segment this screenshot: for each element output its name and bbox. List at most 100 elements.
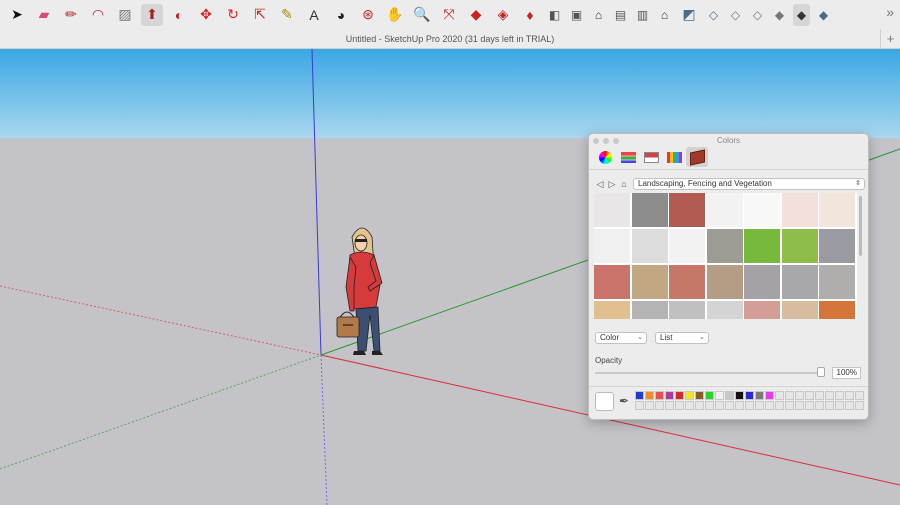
material-swatch[interactable]	[631, 265, 668, 299]
back-view-icon[interactable]: ▥	[634, 4, 651, 26]
shaded-style-icon[interactable]: ◆	[771, 4, 788, 26]
opacity-slider[interactable]	[595, 372, 825, 374]
palette-color-well[interactable]	[645, 391, 654, 400]
current-color-swatch[interactable]	[595, 392, 614, 411]
extension-warehouse-icon[interactable]: ◈	[492, 4, 514, 26]
palette-color-well[interactable]	[815, 401, 824, 410]
palette-color-well[interactable]	[725, 401, 734, 410]
palette-color-well[interactable]	[655, 401, 664, 410]
3d-viewport[interactable]: Colors ◁ ▷ ⌂ Landscaping, Fencing and Ve…	[0, 49, 900, 505]
move-tool-icon[interactable]: ✥	[195, 4, 217, 26]
material-swatch[interactable]	[594, 265, 630, 299]
palette-color-well[interactable]	[735, 391, 744, 400]
line-tool-icon[interactable]: ✏	[60, 4, 82, 26]
palette-color-well[interactable]	[755, 391, 764, 400]
palette-color-well[interactable]	[795, 401, 804, 410]
orbit-tool-icon[interactable]: ⊛	[357, 4, 379, 26]
palette-color-well[interactable]	[685, 401, 694, 410]
palette-color-well[interactable]	[805, 391, 814, 400]
material-swatch[interactable]	[631, 229, 668, 263]
palette-color-well[interactable]	[665, 391, 674, 400]
eraser-tool-icon[interactable]: ▰	[33, 4, 55, 26]
monochrome-style-icon[interactable]: ◆	[815, 4, 832, 26]
material-swatch[interactable]	[744, 193, 780, 227]
color-wheel-tab-icon[interactable]	[594, 147, 616, 167]
push-pull-tool-icon[interactable]: ⬆	[141, 3, 163, 26]
palette-color-well[interactable]	[755, 401, 764, 410]
material-swatch[interactable]	[744, 265, 780, 299]
material-swatch[interactable]	[669, 229, 705, 263]
rectangle-tool-icon[interactable]: ▨	[114, 4, 136, 26]
palette-color-well[interactable]	[665, 401, 674, 410]
scrollbar[interactable]	[859, 196, 862, 256]
palette-color-well[interactable]	[835, 391, 844, 400]
tape-measure-tool-icon[interactable]: ✎	[276, 4, 298, 26]
palette-color-well[interactable]	[675, 401, 684, 410]
palette-color-well[interactable]	[735, 401, 744, 410]
forward-arrow-icon[interactable]: ▷	[606, 179, 618, 190]
palette-color-well[interactable]	[715, 391, 724, 400]
xray-style-icon[interactable]: ◩	[678, 4, 700, 26]
materials-tab-icon[interactable]	[686, 147, 708, 167]
material-swatch[interactable]	[631, 301, 668, 319]
material-swatch[interactable]	[819, 193, 855, 227]
back-arrow-icon[interactable]: ◁	[594, 179, 606, 190]
paint-bucket-tool-icon[interactable]: ◕	[330, 4, 352, 26]
close-button[interactable]	[593, 138, 599, 144]
palette-color-well[interactable]	[745, 391, 754, 400]
hidden-line-style-icon[interactable]: ◇	[749, 4, 766, 26]
color-mode-select[interactable]: Color ⌄	[595, 332, 647, 344]
home-icon[interactable]: ⌂	[618, 179, 630, 189]
material-swatch[interactable]	[819, 265, 855, 299]
color-palettes-tab-icon[interactable]	[640, 147, 662, 167]
opacity-value[interactable]: 100%	[832, 367, 861, 379]
palette-color-well[interactable]	[775, 391, 784, 400]
scale-tool-icon[interactable]: ⇱	[249, 4, 271, 26]
pan-tool-icon[interactable]: ✋	[384, 4, 406, 26]
palette-color-well[interactable]	[685, 391, 694, 400]
palette-color-well[interactable]	[655, 391, 664, 400]
palette-color-well[interactable]	[725, 391, 734, 400]
material-swatch[interactable]	[669, 301, 705, 319]
select-tool-icon[interactable]: ➤	[6, 4, 28, 26]
palette-color-well[interactable]	[695, 401, 704, 410]
zoom-extents-tool-icon[interactable]: ⤧	[438, 4, 460, 26]
palette-color-well[interactable]	[765, 401, 774, 410]
palette-color-well[interactable]	[805, 401, 814, 410]
palette-color-well[interactable]	[635, 401, 644, 410]
collection-select[interactable]: Landscaping, Fencing and Vegetation ⇕	[633, 178, 865, 190]
list-mode-select[interactable]: List ⌄	[655, 332, 709, 344]
palette-color-well[interactable]	[795, 391, 804, 400]
eyedropper-icon[interactable]: ✒	[619, 394, 629, 408]
palette-color-well[interactable]	[835, 401, 844, 410]
palette-color-well[interactable]	[855, 391, 864, 400]
material-swatch[interactable]	[744, 229, 780, 263]
material-swatch[interactable]	[669, 265, 705, 299]
palette-color-well[interactable]	[675, 391, 684, 400]
zoom-tool-icon[interactable]: 🔍	[411, 4, 433, 26]
iso-view-icon[interactable]: ◧	[546, 4, 563, 26]
palette-color-well[interactable]	[775, 401, 784, 410]
arc-tool-icon[interactable]: ◠	[87, 4, 109, 26]
material-swatch[interactable]	[594, 301, 630, 319]
palette-color-well[interactable]	[645, 401, 654, 410]
palette-color-well[interactable]	[765, 391, 774, 400]
top-view-icon[interactable]: ▣	[568, 4, 585, 26]
palette-color-well[interactable]	[855, 401, 864, 410]
material-swatch[interactable]	[819, 229, 855, 263]
material-swatch[interactable]	[594, 229, 630, 263]
palette-color-well[interactable]	[695, 391, 704, 400]
palette-color-well[interactable]	[825, 391, 834, 400]
image-palettes-tab-icon[interactable]	[663, 147, 685, 167]
zoom-button[interactable]	[613, 138, 619, 144]
palette-color-well[interactable]	[745, 401, 754, 410]
palette-color-well[interactable]	[815, 391, 824, 400]
palette-color-well[interactable]	[715, 401, 724, 410]
palette-color-well[interactable]	[845, 401, 854, 410]
material-swatch[interactable]	[781, 301, 818, 319]
color-sliders-tab-icon[interactable]	[617, 147, 639, 167]
ruby-icon[interactable]: ♦	[519, 4, 541, 26]
toolbar-overflow-icon[interactable]: »	[886, 4, 894, 20]
palette-color-well[interactable]	[785, 391, 794, 400]
3d-warehouse-icon[interactable]: ◆	[465, 4, 487, 26]
